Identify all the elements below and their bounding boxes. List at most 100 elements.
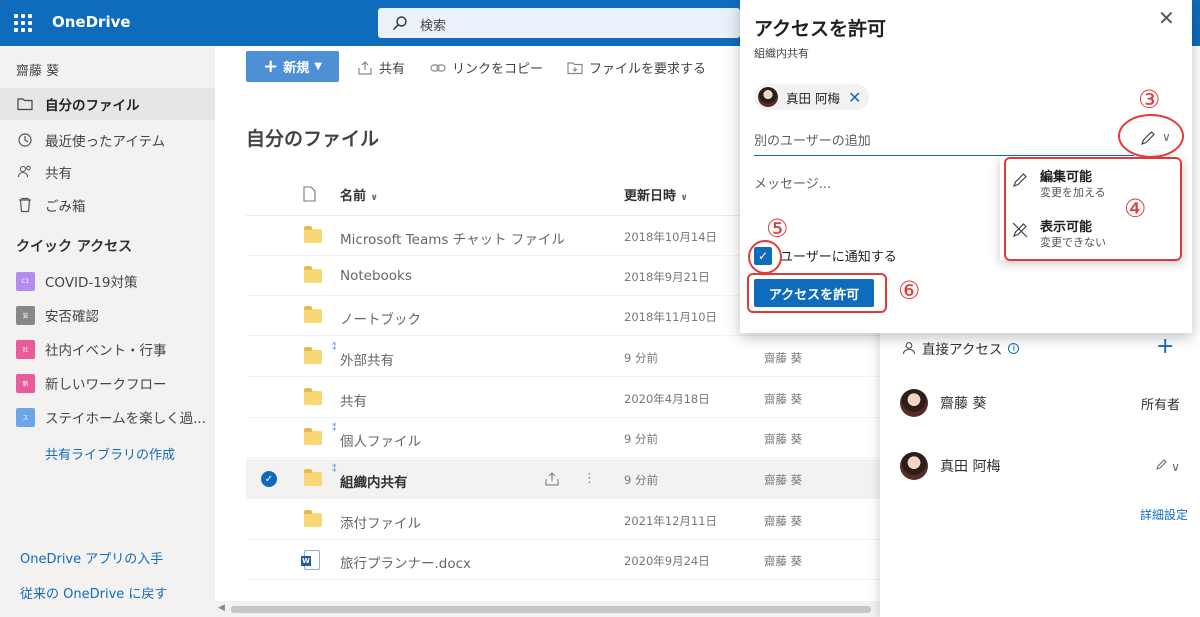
sidebar-item-recent[interactable]: 最近使ったアイテム xyxy=(0,124,215,156)
table-row[interactable]: 旅行プランナー.docx 2020年9月24日 齋藤 葵 xyxy=(246,540,880,580)
recipient-name: 真田 阿梅 xyxy=(786,90,840,106)
app-launcher-icon[interactable] xyxy=(12,12,34,34)
table-row[interactable]: 添付ファイル 2021年12月11日 齋藤 葵 xyxy=(246,500,880,540)
sidebar-item-label: 共有 xyxy=(45,166,72,182)
person-icon xyxy=(902,342,916,355)
get-apps-link[interactable]: OneDrive アプリの入手 xyxy=(20,548,163,567)
direct-access-heading: 直接アクセス i xyxy=(902,338,1020,358)
row-modified-by: 齋藤 葵 xyxy=(764,554,803,568)
quick-access-heading: クイック アクセス xyxy=(16,239,133,255)
more-options-icon[interactable]: ⋮ xyxy=(583,471,596,486)
row-name[interactable]: ノートブック xyxy=(340,308,421,328)
annotation-box-6 xyxy=(747,273,887,313)
dialog-subtitle: 組織内共有 xyxy=(754,47,809,60)
sidebar-item-shared[interactable]: 共有 xyxy=(0,156,215,188)
new-button-label: 新規 xyxy=(283,61,310,76)
row-date: 9 分前 xyxy=(624,432,658,446)
direct-access-label: 直接アクセス xyxy=(922,342,1003,358)
share-icon[interactable] xyxy=(544,471,560,487)
row-modified-by: 齋藤 葵 xyxy=(764,392,803,406)
row-name[interactable]: 外部共有 xyxy=(340,349,394,369)
app-title[interactable]: OneDrive xyxy=(52,13,131,31)
row-date: 2018年10月14日 xyxy=(624,230,718,244)
copy-link-button[interactable]: リンクをコピー xyxy=(430,58,543,77)
folder-icon xyxy=(304,428,322,445)
column-header-modified[interactable]: 更新日時 ∨ xyxy=(624,185,688,204)
horizontal-scrollbar[interactable]: ◀ xyxy=(215,601,880,617)
scroll-left-icon[interactable]: ◀ xyxy=(218,603,225,613)
chevron-down-icon: ▼ xyxy=(314,61,322,72)
row-name[interactable]: 旅行プランナー.docx xyxy=(340,552,471,572)
access-person-row[interactable]: 真田 阿梅 ∨ xyxy=(900,446,1190,486)
request-files-button[interactable]: ファイルを要求する xyxy=(567,58,706,77)
search-icon xyxy=(392,16,407,31)
share-icon xyxy=(358,60,372,75)
row-name[interactable]: 組織内共有 xyxy=(340,471,408,491)
sidebar-item-recycle-bin[interactable]: ごみ箱 xyxy=(0,189,215,221)
shared-indicator-icon: ⁑ xyxy=(332,343,337,353)
sidebar: 齋藤 葵 自分のファイル 最近使ったアイテム 共有 ごみ箱 クイック アクセス … xyxy=(0,46,215,617)
table-row[interactable]: ⁑ 外部共有 9 分前 齋藤 葵 xyxy=(246,337,880,377)
site-badge-icon: ス xyxy=(16,407,35,427)
sidebar-item-my-files[interactable]: 自分のファイル xyxy=(0,88,215,120)
row-name[interactable]: 個人ファイル xyxy=(340,430,421,450)
folder-icon xyxy=(304,226,322,243)
share-button[interactable]: 共有 xyxy=(357,58,405,77)
message-input[interactable]: メッセージ... xyxy=(754,173,831,192)
row-name[interactable]: 添付ファイル xyxy=(340,512,421,532)
word-document-icon xyxy=(301,550,320,570)
shared-icon xyxy=(16,163,34,181)
copy-link-label: リンクをコピー xyxy=(452,62,544,77)
column-header-name[interactable]: 名前 ∨ xyxy=(340,185,378,204)
add-user-input[interactable]: 別のユーザーの追加 xyxy=(754,128,1134,156)
row-modified-by: 齋藤 葵 xyxy=(764,351,803,365)
row-name[interactable]: Microsoft Teams チャット ファイル xyxy=(340,228,565,248)
person-role: 所有者 xyxy=(1140,397,1180,413)
advanced-settings-link[interactable]: 詳細設定 xyxy=(1140,506,1188,523)
pencil-icon xyxy=(1156,458,1168,470)
quick-access-item[interactable]: C1 COVID-19対策 xyxy=(0,266,215,296)
permission-dropdown[interactable]: ∨ xyxy=(1155,458,1180,474)
quick-access-label: 安否確認 xyxy=(45,309,99,325)
plus-icon: + xyxy=(263,55,279,77)
table-row[interactable]: ⁑ 個人ファイル 9 分前 齋藤 葵 xyxy=(246,418,880,458)
info-icon[interactable]: i xyxy=(1008,342,1020,354)
new-button[interactable]: + 新規 ▼ xyxy=(246,51,339,82)
search-box[interactable]: 検索 xyxy=(378,8,740,38)
create-shared-library-link[interactable]: 共有ライブラリの作成 xyxy=(45,444,175,463)
annotation-step-5: ⑤ xyxy=(766,214,789,243)
checkmark-icon[interactable]: ✓ xyxy=(261,471,277,487)
quick-access-item[interactable]: ス ステイホームを楽しく過... xyxy=(0,402,215,432)
avatar xyxy=(900,389,928,417)
row-date: 2021年12月11日 xyxy=(624,514,718,528)
site-badge-icon: 安 xyxy=(16,305,35,325)
access-person-row[interactable]: 齋藤 葵 所有者 xyxy=(900,383,1190,423)
quick-access-label: 社内イベント・行事 xyxy=(45,343,167,359)
sidebar-item-label: ごみ箱 xyxy=(45,199,86,215)
classic-onedrive-link[interactable]: 従来の OneDrive に戻す xyxy=(20,583,167,602)
annotation-step-4: ④ xyxy=(1124,194,1147,223)
row-date: 2020年9月24日 xyxy=(624,554,710,568)
site-badge-icon: C1 xyxy=(16,271,35,291)
quick-access-item[interactable]: 安 安否確認 xyxy=(0,300,215,330)
annotation-step-6: ⑥ xyxy=(898,276,921,305)
add-direct-access-icon[interactable]: + xyxy=(1156,336,1174,358)
chevron-down-icon: ∨ xyxy=(680,193,688,203)
chevron-down-icon: ∨ xyxy=(370,193,378,203)
column-name-label: 名前 xyxy=(340,189,367,204)
quick-access-item[interactable]: 社 社内イベント・行事 xyxy=(0,334,215,364)
folder-icon xyxy=(304,388,322,405)
column-modified-label: 更新日時 xyxy=(624,189,677,204)
scrollbar-thumb[interactable] xyxy=(231,606,871,613)
row-modified-by: 齋藤 葵 xyxy=(764,432,803,446)
quick-access-item[interactable]: 新 新しいワークフロー xyxy=(0,368,215,398)
row-name[interactable]: 共有 xyxy=(340,390,367,410)
table-row-selected[interactable]: ✓ ⁑ 組織内共有 ⋮ 9 分前 齋藤 葵 xyxy=(246,459,880,499)
row-name[interactable]: Notebooks xyxy=(340,268,412,284)
close-icon[interactable]: ✕ xyxy=(1158,6,1175,30)
row-date: 2018年11月10日 xyxy=(624,310,718,324)
remove-recipient-icon[interactable]: ✕ xyxy=(848,88,861,107)
folder-icon xyxy=(304,347,322,364)
site-badge-icon: 新 xyxy=(16,373,35,393)
table-row[interactable]: 共有 2020年4月18日 齋藤 葵 xyxy=(246,378,880,418)
